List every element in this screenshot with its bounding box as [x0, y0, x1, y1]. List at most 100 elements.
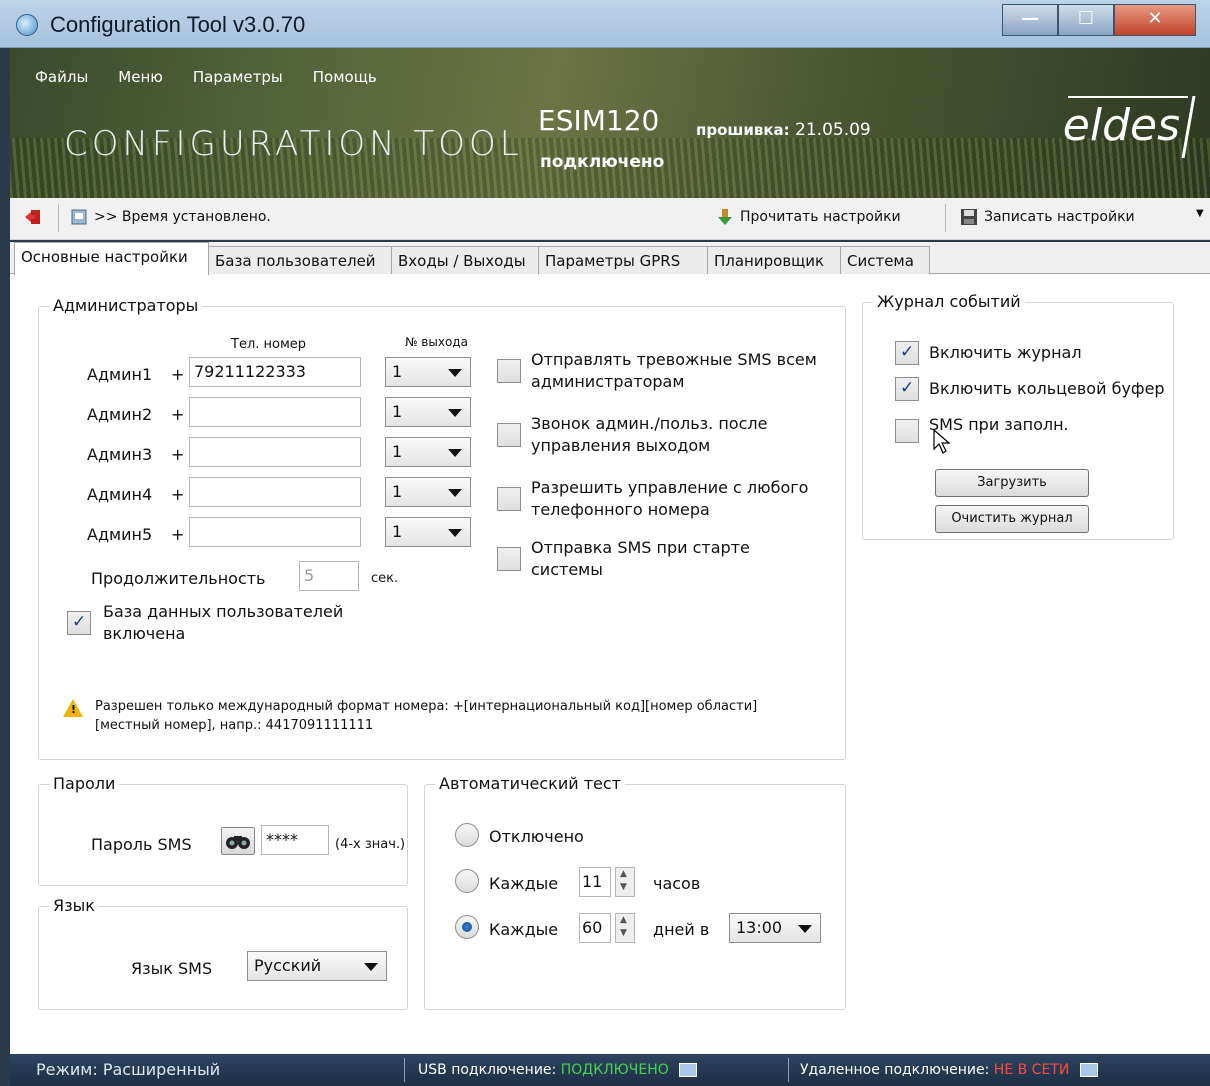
admin4-output-select[interactable]: 1 [385, 477, 471, 507]
chevron-down-icon [448, 449, 462, 457]
statusbar-separator [788, 1058, 789, 1082]
tab-bar: Основные настройки База пользователей Вх… [10, 242, 1210, 275]
autotest-off-label: Отключено [489, 827, 584, 846]
autotest-hours-spinner[interactable] [615, 867, 635, 897]
admin4-output-value: 1 [392, 482, 403, 501]
administrators-title: Администраторы [49, 296, 203, 315]
device-name: ESIM120 [538, 104, 660, 137]
usb-monitor-icon [679, 1063, 698, 1077]
header-banner: Файлы Меню Параметры Помощь CONFIGURATIO… [10, 48, 1210, 198]
write-settings-label: Записать настройки [984, 209, 1135, 225]
maximize-icon: ☐ [1077, 8, 1095, 29]
auto-test-group: Автоматический тест Отключено Каждые 11 … [424, 774, 846, 1010]
usb-connection-status: USB подключение: ПОДКЛЮЧЕНО [418, 1062, 698, 1078]
read-settings-button[interactable]: Прочитать настройки [716, 208, 901, 226]
menu-menu[interactable]: Меню [118, 68, 163, 86]
remote-monitor-icon [1079, 1063, 1098, 1077]
time-status: >> Время установлено. [70, 208, 271, 226]
autotest-hours-input[interactable]: 11 [579, 867, 611, 897]
mouse-cursor-icon [933, 429, 951, 454]
clear-log-button[interactable]: Очистить журнал [935, 505, 1089, 533]
minimize-icon: — [1021, 8, 1039, 29]
enable-ring-buffer-checkbox[interactable] [895, 377, 919, 401]
menu-files[interactable]: Файлы [35, 68, 88, 86]
tab-system[interactable]: Система [840, 246, 930, 274]
phone-column-header: Тел. номер [231, 337, 307, 352]
autotest-off-radio[interactable] [455, 823, 479, 847]
banner-title: CONFIGURATION TOOL [64, 124, 523, 164]
autotest-days-spinner[interactable] [615, 913, 635, 943]
window-title: Configuration Tool v3.0.70 [50, 12, 306, 37]
enable-log-checkbox[interactable] [895, 341, 919, 365]
admin5-output-value: 1 [392, 522, 403, 541]
firmware-info: прошивка: 21.05.09 [696, 120, 871, 140]
sms-password-label: Пароль SMS [91, 835, 192, 854]
call-after-output-checkbox[interactable] [497, 423, 521, 447]
phone-format-warning: Разрешен только международный формат ном… [95, 699, 758, 733]
main-settings-panel: Администраторы Тел. номер № выхода Админ… [10, 274, 1210, 1054]
duration-input[interactable]: 5 [299, 561, 359, 591]
autotest-days-unit: дней в [653, 920, 710, 939]
tab-gprs-settings[interactable]: Параметры GPRS [538, 246, 708, 274]
autotest-hours-label: Каждые [489, 874, 559, 893]
toolbar-overflow-button[interactable]: ▼ [1196, 208, 1204, 219]
eldes-logo: eldes [1062, 100, 1180, 151]
event-log-title: Журнал событий [873, 292, 1025, 311]
admin4-label: Админ4 [87, 485, 153, 504]
administrators-group: Администраторы Тел. номер № выхода Админ… [38, 296, 846, 760]
alarm-sms-all-admins-label: Отправлять тревожные SMS всем администра… [531, 350, 817, 391]
app-gear-icon [16, 14, 38, 36]
clock-icon [71, 209, 87, 225]
admin1-phone-input[interactable]: 79211122333 [189, 357, 361, 387]
password-hint: (4-х знач.) [335, 837, 406, 852]
binoculars-icon [226, 836, 250, 849]
warning-icon [63, 699, 83, 717]
mode-indicator[interactable]: Режим: Расширенный [36, 1060, 220, 1079]
show-password-button[interactable] [221, 827, 255, 855]
control-any-number-checkbox[interactable] [497, 487, 521, 511]
close-button[interactable]: ✕ [1114, 4, 1196, 36]
passwords-group: Пароли Пароль SMS **** (4-х знач.) [38, 774, 408, 886]
tab-main-settings[interactable]: Основные настройки [14, 242, 209, 275]
admin2-plus: + [171, 405, 185, 424]
admin5-phone-input[interactable] [189, 517, 361, 547]
admin2-phone-input[interactable] [189, 397, 361, 427]
admin4-phone-input[interactable] [189, 477, 361, 507]
admin5-output-select[interactable]: 1 [385, 517, 471, 547]
write-settings-button[interactable]: Записать настройки [960, 208, 1135, 226]
chevron-down-icon [448, 529, 462, 537]
exit-icon [25, 210, 40, 224]
usb-label: USB подключение: [418, 1062, 557, 1078]
exit-button[interactable] [24, 208, 42, 226]
autotest-time-value: 13:00 [736, 918, 783, 937]
tab-inputs-outputs[interactable]: Входы / Выходы [391, 246, 539, 274]
sms-language-label: Язык SMS [131, 959, 213, 978]
sms-language-select[interactable]: Русский [247, 951, 387, 981]
sms-on-startup-checkbox[interactable] [497, 547, 521, 571]
userdb-enabled-checkbox[interactable] [67, 611, 91, 635]
minimize-button[interactable]: — [1002, 4, 1058, 36]
admin2-output-select[interactable]: 1 [385, 397, 471, 427]
admin1-output-select[interactable]: 1 [385, 357, 471, 387]
autotest-hours-radio[interactable] [455, 869, 479, 893]
autotest-days-input[interactable]: 60 [579, 913, 611, 943]
maximize-button[interactable]: ☐ [1058, 4, 1114, 36]
chevron-down-icon: ▼ [1196, 208, 1204, 219]
userdb-enabled-label: База данных пользователей включена [103, 602, 344, 643]
language-group: Язык Язык SMS Русский [38, 896, 408, 1010]
autotest-time-select[interactable]: 13:00 [729, 913, 821, 943]
alarm-sms-all-admins-checkbox[interactable] [497, 359, 521, 383]
admin3-output-select[interactable]: 1 [385, 437, 471, 467]
connection-status: подключено [540, 152, 665, 172]
sms-password-input[interactable]: **** [261, 825, 329, 855]
sms-when-full-checkbox[interactable] [895, 419, 919, 443]
admin3-phone-input[interactable] [189, 437, 361, 467]
autotest-days-radio[interactable] [455, 915, 479, 939]
menu-help[interactable]: Помощь [313, 68, 377, 86]
enable-log-label: Включить журнал [929, 343, 1082, 362]
call-after-output-label: Звонок админ./польз. после управления вы… [531, 414, 768, 455]
tab-scheduler[interactable]: Планировщик [707, 246, 841, 274]
menu-parameters[interactable]: Параметры [193, 68, 283, 86]
tab-user-database[interactable]: База пользователей [208, 246, 392, 274]
load-log-button[interactable]: Загрузить [935, 469, 1089, 497]
